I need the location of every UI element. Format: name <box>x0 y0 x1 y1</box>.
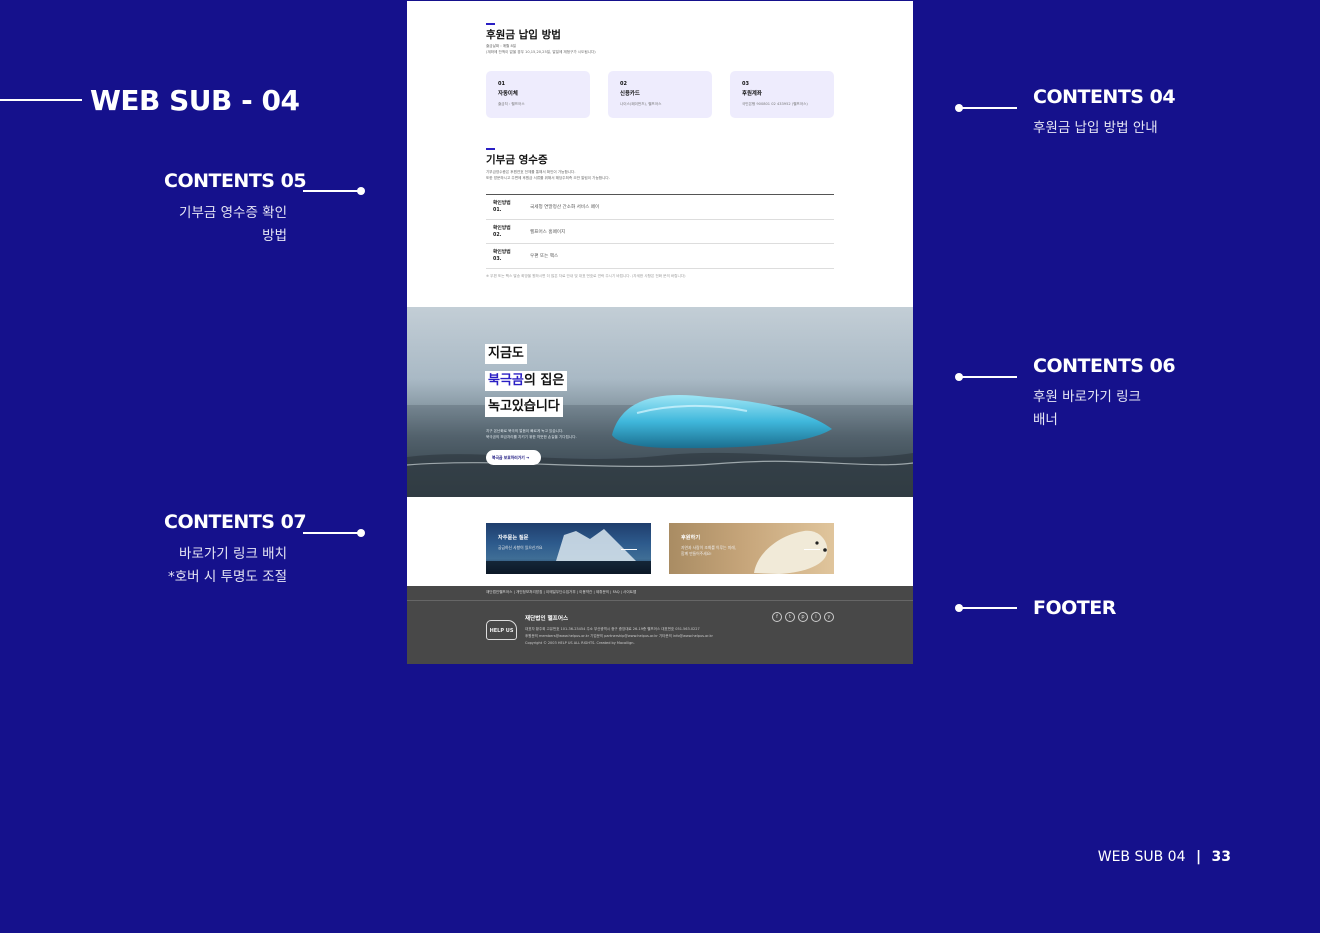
page-heading: WEB SUB - 04 <box>90 84 300 117</box>
footer-copyright: Copyright © 2003 HELP US ALL RIGHTS. Cre… <box>525 641 635 645</box>
protect-polar-bear-button[interactable]: 북극곰 보호하러가기 ➔ <box>486 450 541 465</box>
method-key: 확인방법 03. <box>493 250 511 262</box>
method-value: 우편 또는 팩스 <box>530 254 559 259</box>
method-value: 헬프어스 홈페이지 <box>530 229 566 235</box>
instagram-icon[interactable]: i <box>811 612 821 622</box>
payment-card-auto-transfer[interactable]: 01 자동이체 출금처 : 헬프어스 <box>486 71 590 118</box>
card-title: 자동이체 <box>498 91 518 97</box>
table-row: 확인방법 03. 우편 또는 팩스 <box>486 244 834 269</box>
annotation-dot-c07 <box>357 529 365 537</box>
faq-link-sub: 궁금하신 사항이 있으신가요 <box>498 545 543 550</box>
footer-org-name: 재단법인 헬프어스 <box>525 616 569 622</box>
heading-rule <box>0 99 82 101</box>
annotation-desc-c06: 후원 바로가기 링크 배너 <box>1033 386 1141 432</box>
banner-title-line2: 북극곰의 집은 <box>485 371 568 391</box>
payment-note: (계좌에 잔액이 없을 경우 10,15,20,25일, 말일에 재청구가 시도… <box>486 50 596 54</box>
donate-link-sub: 자연과 사람이 조화를 이루는 미래, 함께 만들어주세요! <box>681 545 736 556</box>
annotation-label-c06: CONTENTS 06 <box>1033 355 1176 377</box>
card-sub: 출금처 : 헬프어스 <box>498 102 525 106</box>
annotation-desc-line: 후원 바로가기 링크 <box>1033 389 1141 405</box>
annotation-desc-line: 배너 <box>1033 412 1058 428</box>
receipt-method-table: 확인방법 01. 국세청 연말정산 간소화 서비스 페이 확인방법 02. 헬프어스… <box>486 194 834 269</box>
iceberg-illustration <box>407 394 913 497</box>
method-value: 국세청 연말정산 간소화 서비스 페이 <box>530 205 600 210</box>
footer-info: 대표자 황주희 고유번호 101-36-23454 주소 부산광역시 중구 중앙… <box>525 627 700 631</box>
faq-link-title: 자주묻는 질문 <box>498 535 529 541</box>
method-key: 확인방법 02. <box>493 225 511 238</box>
annotation-desc-line: *호버 시 투명도 조절 <box>168 569 287 585</box>
faq-link-card[interactable]: 자주묻는 질문 궁금하신 사항이 있으신가요 <box>486 523 651 574</box>
card-number: 02 <box>620 81 627 87</box>
card-sub: 국민은행 900801 02 433952 (헬프어스) <box>742 102 808 106</box>
payment-note: 출금날짜 : 매월 8일 <box>486 44 517 48</box>
payment-card-bank-account[interactable]: 03 후원계좌 국민은행 900801 02 433952 (헬프어스) <box>730 71 834 118</box>
twitter-icon[interactable]: t <box>785 612 795 622</box>
card-number: 01 <box>498 81 505 87</box>
banner-title-line1: 지금도 <box>485 344 527 364</box>
receipt-footnote: ※ 우편 또는 팩스 발송 희망을 원하시면 더 많은 자료 안내 및 대표 번… <box>486 274 686 278</box>
facebook-icon[interactable]: f <box>772 612 782 622</box>
donate-link-card[interactable]: 후원하기 자연과 사람이 조화를 이루는 미래, 함께 만들어주세요! <box>669 523 834 574</box>
annotation-desc-line: 방법 <box>262 228 287 244</box>
card-number: 03 <box>742 81 749 87</box>
annotation-desc-c07: 바로가기 링크 배치 *호버 시 투명도 조절 <box>168 543 287 589</box>
donation-banner <box>407 307 913 497</box>
annotation-dot-c05 <box>357 187 365 195</box>
banner-title-line3: 녹고있습니다 <box>485 397 563 417</box>
annotation-desc-c05: 기부금 영수증 확인 방법 <box>179 202 287 248</box>
page-separator: | <box>1195 849 1202 865</box>
annotation-line-c07 <box>303 532 361 534</box>
page-indicator: WEB SUB 04 | 33 <box>1098 849 1231 865</box>
annotation-label-c04: CONTENTS 04 <box>1033 86 1176 108</box>
annotation-line-c05 <box>303 190 361 192</box>
table-row: 확인방법 01. 국세청 연말정산 간소화 서비스 페이 <box>486 195 834 220</box>
annotation-desc-line: 기부금 영수증 확인 <box>179 205 287 221</box>
banner-subtext: 북극곰의 보금자리를 지키기 위한 따뜻한 손길을 기다립니다. <box>486 435 577 439</box>
card-title: 신용카드 <box>620 91 640 97</box>
arrow-right-icon <box>804 549 820 550</box>
banner-subtext: 지구 온난화로 북극의 얼음이 빠르게 녹고 있습니다. <box>486 429 564 433</box>
annotation-line-footer <box>959 607 1017 609</box>
annotation-line-c04 <box>959 107 1017 109</box>
page-number: 33 <box>1211 849 1231 865</box>
arrow-right-icon <box>621 549 637 550</box>
card-sub: 나이스(페이먼츠), 헬프어스 <box>620 102 662 106</box>
section-accent-bar <box>486 23 495 25</box>
method-key: 확인방법 01. <box>493 201 511 213</box>
annotation-desc-line: 바로가기 링크 배치 <box>179 546 287 562</box>
annotation-label-c07: CONTENTS 07 <box>164 511 307 533</box>
receipt-desc: 또한 방문하시고 주변에 후원금 서류를 위해서 해당주최측 오반 알림이 가능… <box>486 176 610 180</box>
site-footer: 재단법인헬프어스 | 개인정보처리방침 | 이메일무단수집거부 | 이용약관 |… <box>407 586 913 664</box>
receipt-title: 기부금 영수증 <box>486 154 548 166</box>
pinterest-icon[interactable]: p <box>798 612 808 622</box>
payment-title: 후원금 납입 방법 <box>486 29 561 41</box>
footer-divider <box>407 600 913 601</box>
annotation-label-c05: CONTENTS 05 <box>164 170 307 192</box>
annotation-label-footer: FOOTER <box>1033 597 1116 619</box>
section-accent-bar <box>486 148 495 150</box>
payment-card-credit-card[interactable]: 02 신용카드 나이스(페이먼츠), 헬프어스 <box>608 71 712 118</box>
annotation-line-c06 <box>959 376 1017 378</box>
youtube-icon[interactable]: y <box>824 612 834 622</box>
card-title: 후원계좌 <box>742 91 762 97</box>
annotation-desc-c04: 후원금 납입 방법 안내 <box>1033 120 1158 136</box>
footer-nav[interactable]: 재단법인헬프어스 | 개인정보처리방침 | 이메일무단수집거부 | 이용약관 |… <box>486 590 636 595</box>
website-mockup: 후원금 납입 방법 출금날짜 : 매월 8일 (계좌에 잔액이 없을 경우 10… <box>407 1 913 664</box>
table-row: 확인방법 02. 헬프어스 홈페이지 <box>486 220 834 244</box>
donate-link-title: 후원하기 <box>681 535 701 541</box>
footer-info: 후원문의 members@www.helpus.or.kr 기업문의 partn… <box>525 634 713 638</box>
helpus-logo: HELP US <box>486 620 517 640</box>
receipt-desc: 기부금영수증은 후원연호 전체를 통해서 확인이 가능합니다. <box>486 170 576 174</box>
page-label: WEB SUB 04 <box>1097 849 1186 865</box>
